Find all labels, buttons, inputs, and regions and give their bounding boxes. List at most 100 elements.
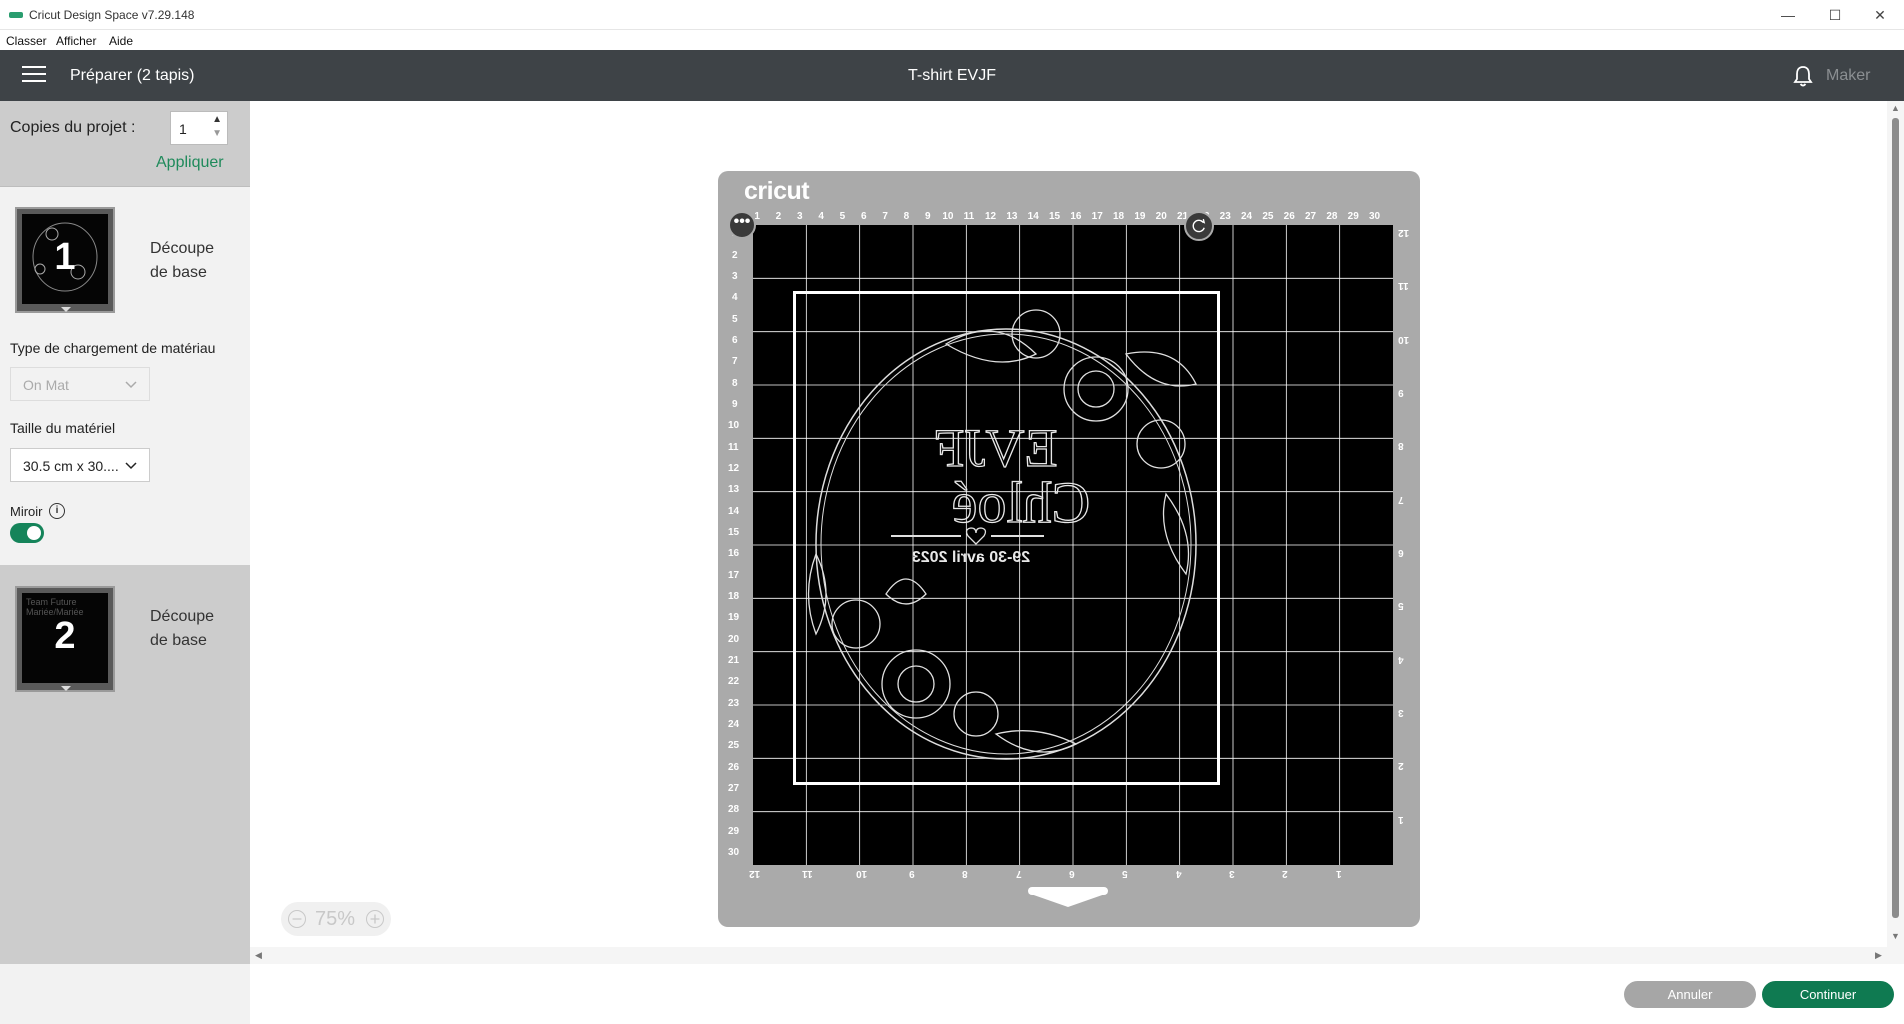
ruler-top-2: 2: [775, 211, 782, 222]
chevron-down-icon: [125, 462, 137, 470]
mat-1-label: Découpe de base: [150, 237, 214, 285]
ruler-left-23: 23: [728, 697, 740, 709]
app-logo-icon: [9, 12, 23, 18]
ruler-left-17: 17: [728, 569, 740, 581]
ruler-top-29: 29: [1347, 211, 1359, 222]
ruler-top-14: 14: [1027, 211, 1039, 222]
ruler-top-6: 6: [861, 211, 867, 222]
apply-button[interactable]: Appliquer: [156, 154, 224, 172]
material-size-select[interactable]: 30.5 cm x 30....: [10, 448, 150, 482]
info-icon[interactable]: i: [49, 503, 65, 519]
ruler-left-7: 7: [732, 356, 738, 368]
zoom-level: 75%: [315, 908, 356, 930]
ruler-top-12: 12: [985, 211, 997, 222]
notification-bell-icon[interactable]: [1792, 64, 1814, 88]
ruler-left-5: 5: [732, 313, 738, 325]
mat-1-label-line1: Découpe: [150, 240, 215, 257]
ruler-bottom-12: 12: [749, 868, 761, 879]
mat-thumbnail-1-preview: 1: [22, 214, 108, 304]
ruler-right-3: 3: [1398, 707, 1404, 718]
ruler-top-3: 3: [797, 211, 803, 222]
mirror-toggle[interactable]: [10, 523, 44, 543]
mat-card-1[interactable]: 1 Découpe de base Type de chargement de …: [0, 187, 250, 565]
ruler-left-29: 29: [728, 825, 740, 837]
minimize-button[interactable]: —: [1778, 6, 1798, 24]
mat-number-1: 1: [54, 236, 76, 278]
ruler-left-12: 12: [728, 463, 740, 474]
thumbnail-expand-icon: [61, 307, 71, 312]
ruler-top-28: 28: [1326, 211, 1338, 222]
ruler-right-1: 1: [1398, 813, 1404, 825]
thumbnail-expand-icon: [61, 686, 71, 691]
mat-thumbnail-1[interactable]: 1: [15, 207, 115, 313]
ruler-top-23: 23: [1219, 211, 1231, 222]
ruler-left-30: 30: [728, 847, 740, 858]
load-type-value: On Mat: [23, 377, 69, 393]
ruler-bottom-3: 3: [1229, 868, 1235, 879]
scroll-right-icon[interactable]: ▶: [1875, 950, 1882, 961]
ruler-bottom-5: 5: [1122, 868, 1128, 879]
floral-wreath-design[interactable]: EVJF Chloé 29-30 avril 2023: [796, 294, 1217, 782]
horizontal-scrollbar[interactable]: ◀ ▶: [250, 947, 1904, 964]
close-button[interactable]: ✕: [1870, 6, 1890, 24]
ruler-right-8: 8: [1398, 440, 1404, 452]
mat-thumbnail-2[interactable]: Team Future Mariée/Mariée 2: [15, 586, 115, 692]
scroll-up-icon[interactable]: ▲: [1891, 103, 1900, 113]
ruler-bottom-7: 7: [1015, 868, 1022, 879]
decrement-arrow-icon[interactable]: ▼: [212, 128, 222, 139]
ruler-top-18: 18: [1113, 211, 1125, 222]
project-title: T-shirt EVJF: [907, 67, 996, 84]
sidebar-footer: [0, 964, 250, 1024]
rotate-icon[interactable]: [1184, 211, 1214, 241]
ruler-bottom-1: 1: [1335, 868, 1342, 879]
machine-name[interactable]: Maker: [1826, 67, 1870, 85]
ruler-left-18: 18: [728, 591, 740, 602]
copies-stepper[interactable]: 1 ▲ ▼: [170, 111, 228, 145]
ruler-top-19: 19: [1134, 211, 1146, 222]
ruler-top-24: 24: [1241, 211, 1253, 222]
cancel-button[interactable]: Annuler: [1624, 981, 1756, 1008]
mat-card-2[interactable]: Team Future Mariée/Mariée 2 Découpe de b…: [0, 565, 250, 964]
ruler-right-7: 7: [1398, 493, 1404, 505]
zoom-out-icon[interactable]: [288, 910, 306, 928]
design-name-text: Chloé: [952, 470, 1091, 535]
zoom-control: 75%: [281, 902, 391, 936]
maximize-button[interactable]: ☐: [1825, 6, 1845, 24]
ruler-top-26: 26: [1283, 211, 1295, 222]
ruler-bottom-10: 10: [855, 868, 867, 879]
mat-2-label-line2: de base: [150, 632, 207, 649]
vertical-scrollbar[interactable]: ▲ ▼: [1887, 101, 1904, 947]
ruler-top-9: 9: [925, 211, 931, 222]
load-type-select: On Mat: [10, 367, 150, 401]
copies-label: Copies du projet :: [10, 119, 136, 136]
design-title-text: EVJF: [934, 418, 1057, 478]
menu-afficher[interactable]: Afficher: [56, 34, 96, 48]
ruler-left-15: 15: [728, 527, 740, 538]
material-size-label: Taille du matériel: [10, 420, 116, 436]
menu-classer[interactable]: Classer: [6, 34, 47, 48]
design-date-text: 29-30 avril 2023: [912, 549, 1030, 566]
ruler-left-26: 26: [728, 761, 740, 773]
continue-button[interactable]: Continuer: [1762, 981, 1894, 1008]
increment-arrow-icon[interactable]: ▲: [212, 114, 222, 125]
ruler-left-20: 20: [728, 633, 740, 645]
design-bounding-box[interactable]: EVJF Chloé 29-30 avril 2023: [793, 291, 1220, 785]
material-size-value: 30.5 cm x 30....: [23, 458, 119, 474]
vertical-scroll-thumb[interactable]: [1892, 118, 1899, 918]
title-bar: Cricut Design Space v7.29.148 — ☐ ✕: [0, 0, 1904, 30]
zoom-in-icon[interactable]: [366, 910, 384, 928]
menu-aide[interactable]: Aide: [109, 34, 133, 48]
more-options-icon[interactable]: •••: [728, 211, 756, 239]
ruler-top-11: 11: [963, 211, 975, 222]
scroll-left-icon[interactable]: ◀: [255, 950, 262, 961]
mat-cutting-area: EVJF Chloé 29-30 avril 2023: [753, 225, 1393, 865]
scroll-down-icon[interactable]: ▼: [1891, 931, 1900, 941]
mat-1-label-line2: de base: [150, 264, 207, 281]
mat-number-2: 2: [54, 615, 76, 657]
ruler-left-14: 14: [728, 505, 740, 517]
cutting-mat: cricut 1 2 3 4 5 6 7 8 9 10 11 12 13 14 15 16 17 18 19 20 21…: [718, 171, 1420, 927]
ruler-right-5: 5: [1398, 600, 1404, 612]
ruler-left-19: 19: [728, 612, 740, 624]
ruler-left-21: 21: [728, 655, 740, 666]
ruler-right-4: 4: [1398, 653, 1404, 665]
